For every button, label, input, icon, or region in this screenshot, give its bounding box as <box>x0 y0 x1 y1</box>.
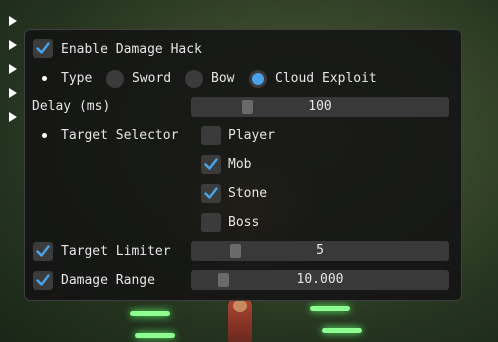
checkmark-icon <box>36 274 50 286</box>
checkmark-icon <box>204 187 218 199</box>
type-cloud-exploit-radio[interactable] <box>249 70 267 88</box>
target-stone-label: Stone <box>228 186 268 201</box>
enable-damage-hack-checkbox[interactable] <box>33 39 53 58</box>
type-bow-label: Bow <box>211 71 235 86</box>
checkmark-icon <box>36 42 50 54</box>
type-sword-label: Sword <box>132 71 172 86</box>
delay-value: 100 <box>308 99 332 114</box>
target-limiter-checkbox[interactable] <box>33 242 53 261</box>
delay-label: Delay (ms) <box>32 99 111 114</box>
target-boss-checkbox[interactable] <box>201 213 221 232</box>
type-bow-radio[interactable] <box>185 70 203 88</box>
ground-light-marker <box>135 333 175 338</box>
target-mob-label: Mob <box>228 157 252 172</box>
expand-arrow-icon[interactable] <box>9 112 17 122</box>
expand-arrow-icon[interactable] <box>9 64 17 74</box>
target-limiter-value: 5 <box>316 243 324 258</box>
damage-range-slider[interactable]: 10.000 <box>191 270 449 290</box>
bullet-icon <box>42 133 47 138</box>
type-sword-radio[interactable] <box>106 70 124 88</box>
target-player-checkbox[interactable] <box>201 126 221 145</box>
target-stone-checkbox[interactable] <box>201 184 221 203</box>
ground-light-marker <box>130 311 170 316</box>
expand-arrow-icon[interactable] <box>9 16 17 26</box>
collapsed-menu-arrows <box>9 16 19 136</box>
target-mob-checkbox[interactable] <box>201 155 221 174</box>
damage-range-value: 10.000 <box>296 272 344 287</box>
checkmark-icon <box>204 158 218 170</box>
target-limiter-label: Target Limiter <box>61 244 171 259</box>
delay-slider[interactable]: 100 <box>191 97 449 117</box>
bullet-icon <box>42 76 47 81</box>
type-label: Type <box>61 71 93 86</box>
expand-arrow-icon[interactable] <box>9 40 17 50</box>
ground-light-marker <box>310 306 350 311</box>
enable-damage-hack-label: Enable Damage Hack <box>61 42 202 57</box>
damage-range-checkbox[interactable] <box>33 271 53 290</box>
checkmark-icon <box>36 245 50 257</box>
expand-arrow-icon[interactable] <box>9 88 17 98</box>
damage-hack-panel: Enable Damage Hack Type Sword Bow Cloud … <box>24 29 462 301</box>
target-limiter-slider[interactable]: 5 <box>191 241 449 261</box>
damage-range-label: Damage Range <box>61 273 155 288</box>
ground-light-marker <box>322 328 362 333</box>
type-cloud-exploit-label: Cloud Exploit <box>275 71 377 86</box>
target-selector-label: Target Selector <box>61 128 179 143</box>
target-boss-label: Boss <box>228 215 260 230</box>
target-player-label: Player <box>228 128 275 143</box>
